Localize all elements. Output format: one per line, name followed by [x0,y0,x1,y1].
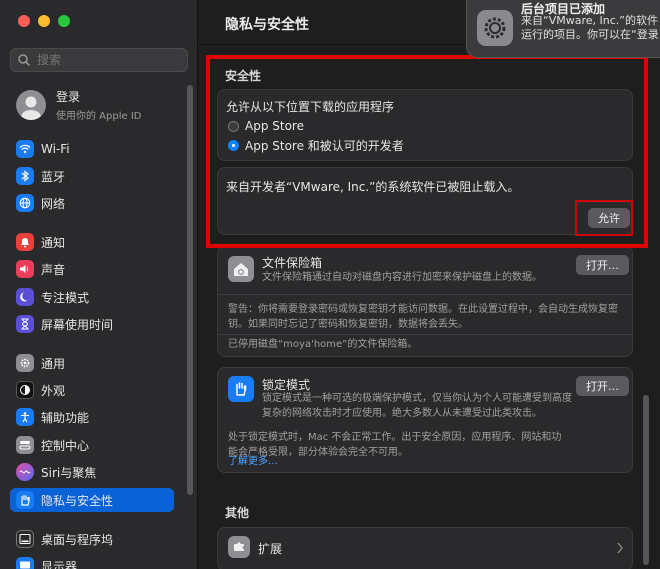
sidebar-item-label: 网络 [41,196,66,211]
sidebar-item-appearance[interactable]: 外观 [10,378,174,402]
sidebar-item-label: 通知 [41,235,66,250]
login-subtitle: 使用你的 Apple ID [56,111,142,122]
filevault-description: 文件保险箱通过自动对磁盘内容进行加密来保护磁盘上的数据。 [262,272,542,283]
sidebar-item-general[interactable]: 通用 [10,351,174,375]
gear-icon [477,10,513,46]
sidebar-item-siri[interactable]: Siri与聚焦 [10,460,174,484]
search-field[interactable] [10,48,188,72]
appearance-icon [16,381,34,399]
sidebar-scrollbar[interactable] [187,85,193,495]
sidebar-item-privacy-security[interactable]: 隐私与安全性 [10,488,174,512]
sidebar-item-label: Siri与聚焦 [41,465,97,480]
notification-body: 来自“VMware, Inc.”的软件运行的项目。你可以在“登录 [521,14,659,41]
filevault-title: 文件保险箱 [262,256,323,270]
sidebar-item-label: 显示器 [41,559,78,569]
sidebar-item-control-center[interactable]: 控制中心 [10,433,174,457]
sidebar-item-screen-time[interactable]: 屏幕使用时间 [10,312,174,336]
sidebar-item-bluetooth[interactable]: 蓝牙 [10,164,174,188]
hand-icon [16,491,34,509]
sidebar-item-label: 声音 [41,262,66,277]
sidebar-item-label: 专注模式 [41,290,90,305]
sidebar: 登录 使用你的 Apple ID Wi-Fi 蓝牙 网络 通知 声音 [0,0,198,569]
main-pane: 隐私与安全性 安全性 允许从以下位置下载的应用程序 App Store App … [199,0,660,569]
sidebar-item-label: 通用 [41,356,66,371]
learn-more-link[interactable]: 了解更多… [228,454,618,469]
zoom-button[interactable] [58,15,70,27]
divider [218,334,632,335]
highlight-box-allow [575,200,633,236]
lockdown-description: 锁定模式是一种可选的极端保护模式，仅当你认为个人可能遭受到高度复杂的网络攻击时才… [262,393,572,419]
page-title: 隐私与安全性 [225,17,309,33]
lockdown-turn-on-button[interactable]: 打开… [576,376,629,396]
sidebar-item-sound[interactable]: 声音 [10,257,174,281]
globe-icon [16,194,34,212]
sidebar-item-accessibility[interactable]: 辅助功能 [10,405,174,429]
sidebar-item-label: 隐私与安全性 [41,493,114,508]
search-input[interactable] [37,53,177,67]
filevault-turn-on-button[interactable]: 打开… [576,255,629,275]
bluetooth-icon [16,167,34,185]
sidebar-item-focus[interactable]: 专注模式 [10,285,174,309]
wifi-icon [16,140,34,158]
login-title: 登录 [56,90,81,104]
chevron-right-icon [617,542,623,554]
sidebar-item-wifi[interactable]: Wi-Fi [10,137,174,161]
siri-icon [16,463,34,481]
speaker-icon [16,260,34,278]
bell-icon [16,233,34,251]
hand-icon [228,376,254,402]
sidebar-item-network[interactable]: 网络 [10,191,174,215]
gear-icon [16,354,34,372]
filevault-card: 文件保险箱 文件保险箱通过自动对磁盘内容进行加密来保护磁盘上的数据。 打开… 警… [217,245,633,357]
moon-icon [16,288,34,306]
sidebar-item-label: 控制中心 [41,438,90,453]
sidebar-item-label: 桌面与程序坞 [41,532,114,547]
house-lock-icon [228,256,254,282]
sidebar-item-notifications[interactable]: 通知 [10,230,174,254]
main-scrollbar[interactable] [643,395,649,565]
window-controls [18,15,70,27]
sidebar-item-desktop-dock[interactable]: 桌面与程序坞 [10,527,174,551]
extensions-row[interactable]: 扩展 [217,527,633,569]
sidebar-item-label: Wi-Fi [41,142,70,156]
notification-banner[interactable]: 后台项目已添加 来自“VMware, Inc.”的软件运行的项目。你可以在“登录 [466,0,660,58]
filevault-warning: 警告：你将需要登录密码或恢复密钥才能访问数据。在此设置过程中，会自动生成恢复密钥… [228,304,618,330]
filevault-status: 已停用磁盘“moya'home”的文件保险箱。 [228,339,418,350]
sidebar-item-label: 外观 [41,383,66,398]
minimize-button[interactable] [38,15,50,27]
sidebar-item-label: 辅助功能 [41,410,90,425]
extensions-label: 扩展 [258,542,283,556]
avatar-icon [16,90,46,120]
puzzle-icon [228,536,250,558]
others-section-title: 其他 [225,506,250,520]
search-icon [18,54,31,67]
sidebar-item-label: 蓝牙 [41,169,66,184]
close-button[interactable] [18,15,30,27]
sidebar-item-displays[interactable]: 显示器 [10,554,174,569]
control-center-icon [16,436,34,454]
divider [218,294,632,295]
apple-id-login[interactable]: 登录 使用你的 Apple ID [16,88,141,122]
display-icon [16,557,34,569]
dock-icon [16,530,34,548]
lockdown-card: 锁定模式 锁定模式是一种可选的极端保护模式，仅当你认为个人可能遭受到高度复杂的网… [217,367,633,473]
hourglass-icon [16,315,34,333]
accessibility-icon [16,408,34,426]
sidebar-item-label: 屏幕使用时间 [41,317,114,332]
